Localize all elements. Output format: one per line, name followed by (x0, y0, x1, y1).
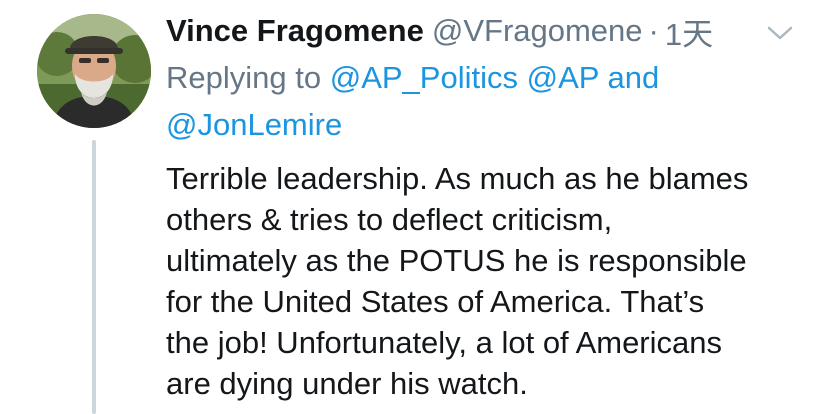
tweet-text-line: are dying under his watch. (166, 366, 528, 401)
author-name[interactable]: Vince Fragomene (166, 13, 424, 49)
thread-line (92, 140, 96, 414)
chevron-down-icon[interactable] (766, 24, 794, 42)
mention-jonlemire[interactable]: @JonLemire (166, 107, 342, 142)
tweet-text-line: Terrible leadership. As much as he blame… (166, 161, 749, 196)
mention-ap-politics[interactable]: @AP_Politics (330, 60, 518, 95)
header-separator: · (648, 13, 659, 48)
mention-ap[interactable]: @AP (527, 60, 599, 95)
tweet-text-line: for the United States of America. That’s (166, 284, 705, 319)
tweet: Vince Fragomene @VFragomene · 1天 Replyin… (166, 6, 806, 404)
tweet-header: Vince Fragomene @VFragomene · 1天 (166, 6, 806, 56)
reply-prefix: Replying to (166, 60, 322, 95)
tweet-text-line: others & tries to deflect criticism, (166, 202, 613, 237)
avatar-photo-icon (37, 14, 151, 128)
reply-conjunction[interactable]: and (608, 60, 660, 95)
tweet-text-line: ultimately as the POTUS he is responsibl… (166, 243, 747, 278)
timestamp[interactable]: 1天 (665, 9, 713, 54)
reply-context: Replying to @AP_Politics @AP and @JonLem… (166, 54, 806, 148)
author-handle[interactable]: @VFragomene (432, 13, 643, 49)
tweet-text-line: the job! Unfortunately, a lot of America… (166, 325, 723, 360)
tweet-text: Terrible leadership. As much as he blame… (166, 158, 796, 404)
avatar[interactable] (37, 14, 151, 128)
